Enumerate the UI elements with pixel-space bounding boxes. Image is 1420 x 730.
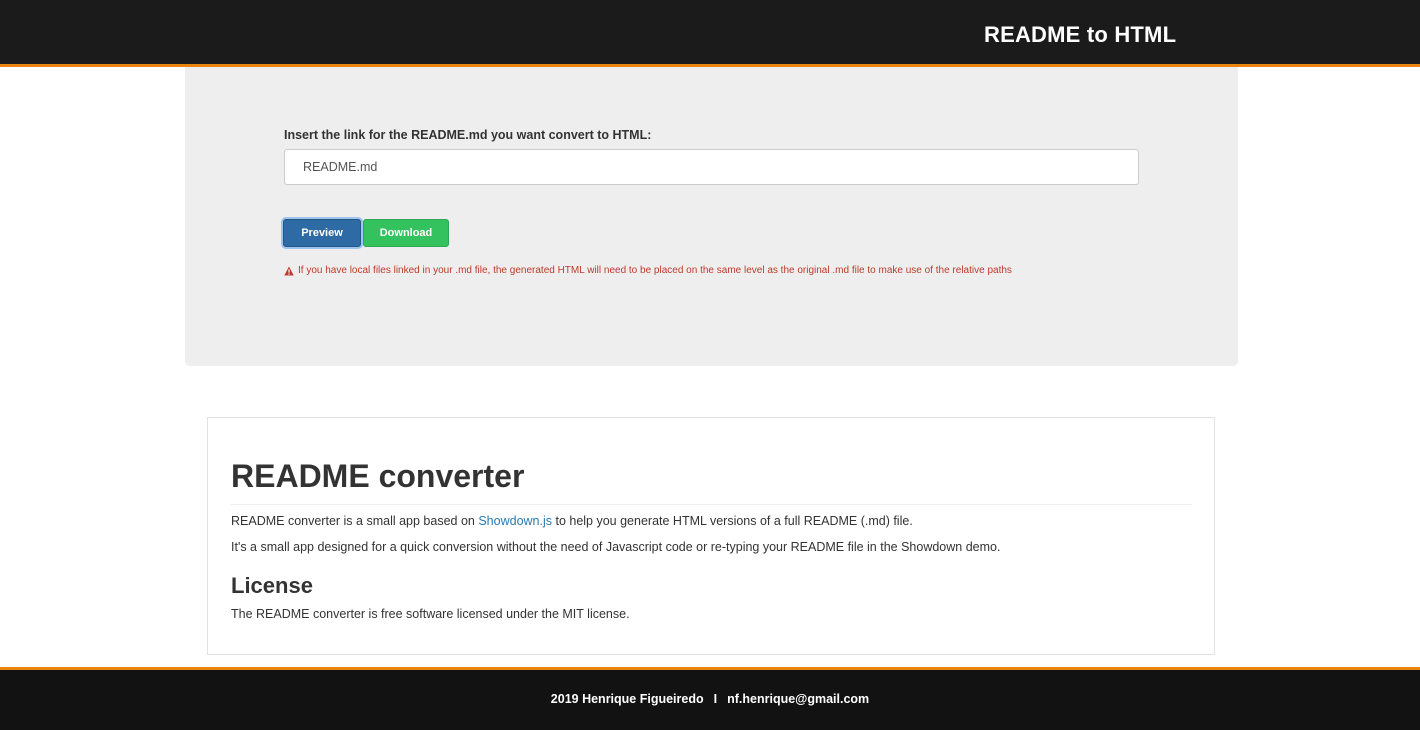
relative-paths-warning: If you have local files linked in your .…	[284, 265, 1012, 276]
intro-text-after: to help you generate HTML versions of a …	[552, 514, 913, 528]
footer-copyright: 2019 Henrique Figueiredo	[550, 692, 704, 706]
license-paragraph: The README converter is free software li…	[231, 607, 630, 621]
readme-description-paragraph: It's a small app designed for a quick co…	[231, 540, 1001, 554]
footer-email[interactable]: nf.henrique@gmail.com	[727, 692, 869, 706]
download-button[interactable]: Download	[363, 219, 449, 247]
footer: 2019 Henrique Figueiredo Inf.henrique@gma…	[0, 667, 1420, 730]
top-navbar: README to HTML	[0, 0, 1420, 67]
app-title[interactable]: README to HTML	[984, 22, 1176, 48]
intro-text-before: README converter is a small app based on	[231, 514, 479, 528]
readme-preview: README converter README converter is a s…	[207, 417, 1215, 655]
warning-text: If you have local files linked in your .…	[298, 265, 1012, 276]
license-heading: License	[231, 573, 313, 598]
converter-panel: Insert the link for the README.md you wa…	[185, 67, 1238, 366]
readme-link-input[interactable]	[284, 149, 1139, 185]
readme-intro-paragraph: README converter is a small app based on…	[231, 514, 913, 528]
showdown-link[interactable]: Showdown.js	[478, 514, 552, 528]
readme-title: README converter	[231, 458, 1192, 505]
warning-triangle-icon	[284, 266, 294, 275]
preview-button[interactable]: Preview	[283, 219, 361, 247]
readme-link-label: Insert the link for the README.md you wa…	[284, 128, 652, 142]
footer-separator: I	[713, 692, 718, 706]
footer-credits: 2019 Henrique Figueiredo Inf.henrique@gma…	[0, 692, 1420, 706]
